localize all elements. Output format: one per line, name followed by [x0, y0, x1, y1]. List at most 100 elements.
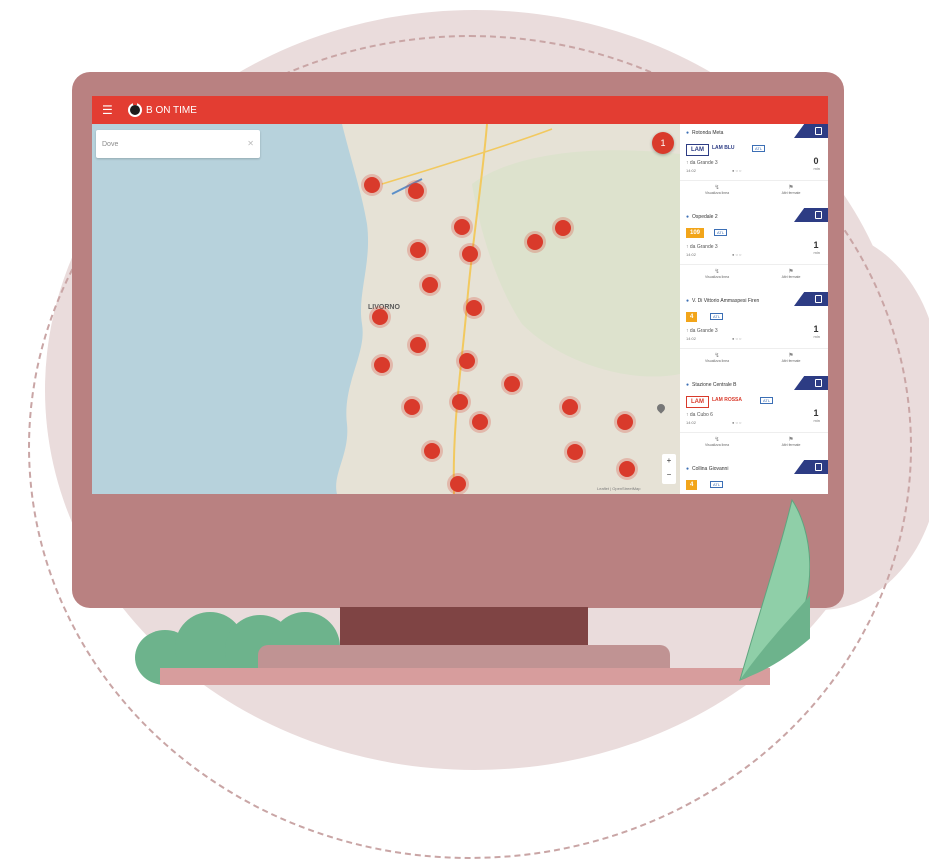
pagination-dots: ● ○ ○: [732, 420, 742, 425]
line-badge: 4: [686, 480, 698, 490]
bus-stop-marker[interactable]: [450, 476, 466, 492]
bus-stop-marker[interactable]: [459, 353, 475, 369]
arrivals-panel: Rotonda Meta LAM LAM BLU ATL ↑ da Grande…: [680, 124, 828, 494]
route-direction: ↑ da Grande 3: [686, 328, 718, 334]
operator-logo: ATL: [710, 313, 724, 320]
bus-stop-marker[interactable]: [466, 300, 482, 316]
card-actions: ↯ Visualizza linea ⚑ Altri fermate: [680, 348, 828, 369]
bus-stop-marker[interactable]: [408, 183, 424, 199]
route-icon: ↯: [714, 269, 720, 275]
bus-stop-marker[interactable]: [452, 394, 468, 410]
minutes-to-arrival: 1 min: [813, 408, 820, 423]
route-direction: ↑ da Grande 3: [686, 160, 718, 166]
bus-stop-marker[interactable]: [567, 444, 583, 460]
other-stops-button[interactable]: ⚑ Altri fermate: [754, 433, 828, 453]
logo-icon: [128, 100, 142, 117]
bus-stop-icon: ⚑: [788, 353, 794, 359]
stop-card[interactable]: V. Di Vittorio Ammaspesi Firen 4 ATL ↑ d…: [680, 292, 828, 377]
bus-stop-marker[interactable]: [462, 246, 478, 262]
hamburger-icon[interactable]: ☰: [102, 104, 116, 116]
bus-stop-marker[interactable]: [527, 234, 543, 250]
bus-stop-marker[interactable]: [555, 220, 571, 236]
stop-card[interactable]: Ospedale 2 109 ATL ↑ da Grande 3 14:02 ●…: [680, 208, 828, 293]
bus-stop-marker[interactable]: [454, 219, 470, 235]
arrival-time: 14:02: [686, 252, 697, 257]
pagination-dots: ● ○ ○: [732, 336, 742, 341]
pagination-dots: ● ○ ○: [732, 252, 742, 257]
notification-fab[interactable]: 1: [652, 132, 674, 154]
route-icon: ↯: [714, 185, 720, 191]
card-actions: ↯ Visualizza linea ⚑ Altri fermate: [680, 180, 828, 201]
other-stops-button[interactable]: ⚑ Altri fermate: [754, 181, 828, 201]
search-placeholder: Dove: [102, 140, 119, 148]
bus-icon: [794, 124, 828, 138]
other-stops-button[interactable]: ⚑ Altri fermate: [754, 265, 828, 285]
bus-stop-marker[interactable]: [424, 443, 440, 459]
bus-stop-marker[interactable]: [472, 414, 488, 430]
route-direction: ↑ da Cubo 6: [686, 412, 713, 418]
desk: [160, 668, 770, 685]
bus-stop-marker[interactable]: [410, 242, 426, 258]
arrival-time: 14:02: [686, 420, 697, 425]
zoom-in-button[interactable]: +: [662, 454, 676, 468]
bus-icon: [794, 208, 828, 222]
view-line-button[interactable]: ↯ Visualizza linea: [680, 181, 754, 201]
arrival-time: 14:02: [686, 168, 697, 173]
card-actions: ↯ Visualizza linea ⚑ Altri fermate: [680, 432, 828, 453]
line-name: LAM BLU: [712, 145, 735, 151]
other-stops-button[interactable]: ⚑ Altri fermate: [754, 349, 828, 369]
bus-icon: [794, 376, 828, 390]
route-direction: ↑ da Grande 3: [686, 244, 718, 250]
minutes-to-arrival: 1 min: [813, 240, 820, 255]
bus-stop-marker[interactable]: [617, 414, 633, 430]
bus-stop-marker[interactable]: [410, 337, 426, 353]
view-line-button[interactable]: ↯ Visualizza linea: [680, 349, 754, 369]
card-actions: ↯ Visualizza linea ⚑ Altri fermate: [680, 264, 828, 285]
line-badge: 109: [686, 228, 705, 238]
stop-name: Stazione Centrale B: [686, 382, 736, 388]
bus-stop-marker[interactable]: [619, 461, 635, 477]
stop-name: Collina Giovanni: [686, 466, 728, 472]
zoom-out-button[interactable]: −: [662, 468, 676, 482]
monitor-stand-neck: [340, 607, 588, 649]
stop-card[interactable]: Stazione Centrale B LAM LAM ROSSA ATL ↑ …: [680, 376, 828, 461]
bus-icon: [794, 292, 828, 306]
bus-icon: [794, 460, 828, 474]
stop-card[interactable]: Collina Giovanni 4 ATL: [680, 460, 828, 494]
bus-stop-marker[interactable]: [372, 309, 388, 325]
bus-stop-marker[interactable]: [562, 399, 578, 415]
operator-logo: ATL: [710, 481, 724, 488]
leaf-decoration: [739, 498, 810, 681]
app-title: B ON TIME: [146, 104, 197, 116]
line-badge: LAM: [686, 144, 709, 156]
bus-stop-marker[interactable]: [504, 376, 520, 392]
map-attribution[interactable]: Leaflet | OpenStreetMap: [597, 486, 641, 491]
zoom-control: + −: [662, 454, 676, 484]
view-line-button[interactable]: ↯ Visualizza linea: [680, 265, 754, 285]
bus-stop-marker[interactable]: [374, 357, 390, 373]
bus-stop-marker[interactable]: [404, 399, 420, 415]
route-icon: ↯: [714, 437, 720, 443]
search-input[interactable]: Dove ✕: [96, 130, 260, 158]
view-line-button[interactable]: ↯ Visualizza linea: [680, 433, 754, 453]
stop-card[interactable]: Rotonda Meta LAM LAM BLU ATL ↑ da Grande…: [680, 124, 828, 209]
stop-name: V. Di Vittorio Ammaspesi Firen: [686, 298, 759, 304]
minutes-to-arrival: 0 min: [813, 156, 820, 171]
line-badge: LAM: [686, 396, 709, 408]
stop-name: Rotonda Meta: [686, 130, 723, 136]
route-icon: ↯: [714, 353, 720, 359]
line-badge: 4: [686, 312, 698, 322]
bus-stop-marker[interactable]: [422, 277, 438, 293]
minutes-to-arrival: 1 min: [813, 324, 820, 339]
app-bar: ☰ B ON TIME: [92, 96, 828, 124]
bus-stop-icon: ⚑: [788, 269, 794, 275]
bus-stop-icon: ⚑: [788, 185, 794, 191]
map-view[interactable]: Dove ✕ LIVORNO 1 + − Leaflet | OpenStree…: [92, 124, 680, 494]
bus-stop-icon: ⚑: [788, 437, 794, 443]
search-icon[interactable]: ✕: [247, 139, 254, 148]
bus-stop-marker[interactable]: [364, 177, 380, 193]
operator-logo: ATL: [714, 229, 728, 236]
line-name: LAM ROSSA: [712, 397, 742, 403]
arrival-time: 14:02: [686, 336, 697, 341]
operator-logo: ATL: [752, 145, 766, 152]
